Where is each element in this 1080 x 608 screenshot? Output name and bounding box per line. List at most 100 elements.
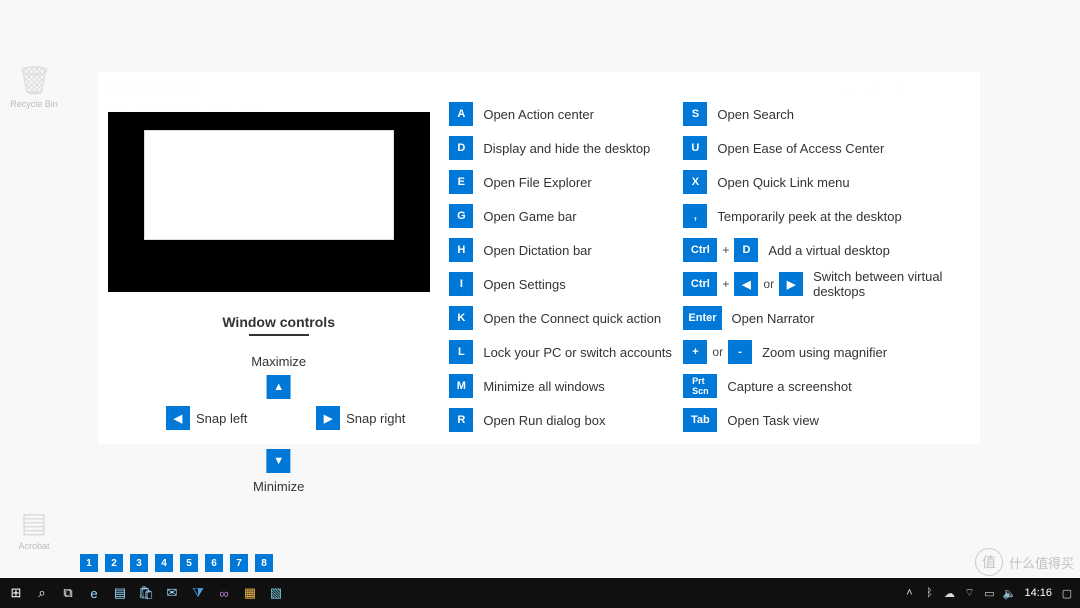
recycle-bin-icon: 🗑 [6,64,62,97]
taskbar-hint: 8 [255,554,273,572]
wc-label-snap-left: Snap left [196,411,247,426]
key-badge: - [728,340,752,364]
shortcut-row: EOpen File Explorer [449,170,683,194]
desktop-shortcut[interactable]: ▤ Acrobat [6,506,62,551]
tray-chevron-icon[interactable]: ˄ [900,579,918,607]
tray-bluetooth-icon[interactable]: ᛒ [920,579,938,607]
taskbar-number-hints: 12345678 [80,554,273,572]
task-view-icon[interactable]: ⧉ [56,579,80,607]
search-icon[interactable]: ⌕ [30,579,54,607]
tray-wifi-icon[interactable]: ⌔ [960,579,978,607]
shortcut-desc: Switch between virtual desktops [813,269,976,299]
visual-studio-icon[interactable]: ∞ [212,579,236,607]
key-badge: A [449,102,473,126]
key-badge: Enter [683,306,721,330]
wc-label-maximize: Maximize [251,354,306,369]
key-badge: H [449,238,473,262]
edge-icon[interactable]: e [82,579,106,607]
taskbar-hint: 3 [130,554,148,572]
arrow-left-key: ◀ [166,406,190,430]
shortcut-row: Ctrl+◀or▶Switch between virtual desktops [683,272,976,296]
shortcut-row: Prt Scn Capture a screenshot [683,374,976,398]
key-badge: M [449,374,473,398]
windows-tips-overlay: Window controls Maximize ▲ Snap left ◀ ▶… [98,72,980,444]
shortcut-row: H Open Dictation bar [449,238,683,262]
shortcut-row: A Open Action center [449,102,683,126]
shortcut-desc: Capture a screenshot [727,379,851,394]
shortcut-desc: Open Narrator [732,311,815,326]
key-badge: + [683,340,707,364]
arrow-up-key: ▲ [267,375,291,399]
wc-label-minimize: Minimize [253,479,304,494]
app-icon-2[interactable]: ▧ [264,579,288,607]
arrow-right-key: ▶ [316,406,340,430]
shortcut-row: X Open Quick Link menu [683,170,976,194]
shortcut-icon: ▤ [6,506,62,539]
key-badge: D [734,238,758,262]
watermark-text: 什么值得买 [1009,553,1074,572]
shortcut-desc: Open Settings [483,277,565,292]
key-badge: I [449,272,473,296]
taskbar-clock[interactable]: 14:16 [1020,587,1056,599]
shortcut-row: G Open Game bar [449,204,683,228]
taskbar-hint: 6 [205,554,223,572]
taskbar[interactable]: ⊞ ⌕ ⧉ e ▤ 🛍 ✉ ⧩ ∞ ▦ ▧ ˄ ᛒ ☁ ⌔ ▭ 🔈 14:16 … [0,578,1080,608]
tray-battery-icon[interactable]: ▭ [980,579,998,607]
mail-icon[interactable]: ✉ [160,579,184,607]
wc-label-snap-right: Snap right [346,411,405,426]
key-badge: E [449,170,473,194]
app-icon[interactable]: ▦ [238,579,262,607]
arrow-right-key: ▶ [779,272,803,296]
key-badge: R [449,408,473,432]
shortcut-row: +or-Zoom using magnifier [683,340,976,364]
shortcut-row: DDisplay and hide the desktop [449,136,683,160]
shortcut-desc: Temporarily peek at the desktop [717,209,901,224]
key-badge: Prt Scn [683,374,717,398]
file-explorer-icon[interactable]: ▤ [108,579,132,607]
shortcut-row: Enter Open Narrator [683,306,976,330]
key-badge: X [683,170,707,194]
tray-onedrive-icon[interactable]: ☁ [940,579,958,607]
key-badge: L [449,340,473,364]
tray-action-center-icon[interactable]: ▢ [1058,579,1076,607]
arrow-left-key: ◀ [734,272,758,296]
taskbar-hint: 5 [180,554,198,572]
key-badge: K [449,306,473,330]
watermark: 值 什么值得买 [975,548,1074,576]
shortcut-desc: Display and hide the desktop [483,141,650,156]
key-badge: Tab [683,408,717,432]
key-badge: Ctrl [683,238,717,262]
shortcut-desc: Open Task view [727,413,819,428]
shortcut-row: Ctrl+DAdd a virtual desktop [683,238,976,262]
store-icon[interactable]: 🛍 [134,579,158,607]
shortcut-row: Tab Open Task view [683,408,976,432]
shortcut-desc: Open the Connect quick action [483,311,661,326]
taskbar-hint: 2 [105,554,123,572]
taskbar-hint: 1 [80,554,98,572]
shortcut-desc: Minimize all windows [483,379,604,394]
shortcut-row: LLock your PC or switch accounts [449,340,683,364]
section-title: Window controls [108,314,449,330]
shortcut-desc: Open Ease of Access Center [717,141,884,156]
key-badge: G [449,204,473,228]
shortcut-row: I Open Settings [449,272,683,296]
shortcut-row: , Temporarily peek at the desktop [683,204,976,228]
shortcut-desc: Open Dictation bar [483,243,591,258]
shortcut-desc: Open Action center [483,107,594,122]
key-badge: S [683,102,707,126]
shortcut-row: SOpen Search [683,102,976,126]
taskbar-hint: 7 [230,554,248,572]
key-badge: U [683,136,707,160]
shortcut-desc: Open Game bar [483,209,576,224]
key-badge: , [683,204,707,228]
key-badge: Ctrl [683,272,717,296]
start-button[interactable]: ⊞ [4,579,28,607]
shortcut-desc: Zoom using magnifier [762,345,887,360]
tray-volume-icon[interactable]: 🔈 [1000,579,1018,607]
shortcut-desc: Open Quick Link menu [717,175,849,190]
thumbnail-preview [108,112,430,292]
shortcut-row: U Open Ease of Access Center [683,136,976,160]
vscode-icon[interactable]: ⧩ [186,579,210,607]
recycle-bin[interactable]: 🗑 Recycle Bin [6,64,62,109]
shortcut-row: M Minimize all windows [449,374,683,398]
